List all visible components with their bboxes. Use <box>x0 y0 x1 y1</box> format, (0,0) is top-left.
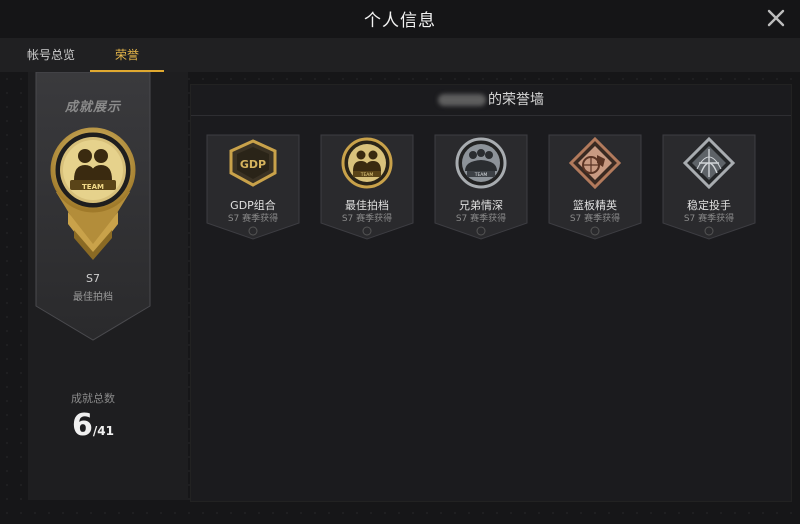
badge-card-best-partner[interactable]: TEAM 最佳拍档 S7 赛季获得 <box>319 133 415 241</box>
showcase-achievement-name: 最佳拍档 <box>73 292 113 303</box>
total-achievements-count: 6/41 <box>28 408 158 443</box>
tab-bar: 帐号总览 荣誉 <box>0 38 800 72</box>
achievement-panel: TEAM 成就展示 S7 最佳拍档 成就总数 6/41 <box>28 72 188 500</box>
team-badge-icon: TEAM <box>341 137 393 189</box>
badge-card-rebound-elite[interactable]: 篮板精英 S7 赛季获得 <box>547 133 643 241</box>
window-title: 个人信息 <box>364 11 436 31</box>
card-frame: TEAM <box>434 134 528 240</box>
tab-account-overview[interactable]: 帐号总览 <box>14 38 88 72</box>
showcase-season: S7 <box>86 272 100 285</box>
badge-card-brotherhood[interactable]: TEAM 兄弟情深 S7 赛季获得 <box>433 133 529 241</box>
tab-honors[interactable]: 荣誉 <box>90 38 164 72</box>
blurred-player-name <box>438 94 486 106</box>
badge-card-steady-shooter[interactable]: 稳定投手 S7 赛季获得 <box>661 133 757 241</box>
card-frame <box>548 134 642 240</box>
badge-card-gdp[interactable]: GDP GDP组合 S7 赛季获得 <box>205 133 301 241</box>
brothers-emblem-text: TEAM <box>474 172 488 178</box>
card-frame <box>662 134 756 240</box>
badge-season: S7 赛季获得 <box>227 214 279 224</box>
close-icon[interactable] <box>764 6 788 30</box>
badge-season: S7 赛季获得 <box>683 214 735 224</box>
panel-title: 成就展示 <box>64 100 121 115</box>
badge-team-text: TEAM <box>82 183 104 191</box>
honor-wall-title: 的荣誉墙 <box>191 89 791 109</box>
badge-season: S7 赛季获得 <box>569 214 621 224</box>
brothers-badge-icon: TEAM <box>455 137 507 189</box>
badge-season: S7 赛季获得 <box>455 214 507 224</box>
total-achievements-label: 成就总数 <box>71 392 115 405</box>
title-bar: 个人信息 <box>0 0 800 39</box>
card-frame: GDP <box>206 134 300 240</box>
achievements-earned: 6 <box>72 408 93 443</box>
achievements-max: /41 <box>92 424 114 438</box>
gdp-emblem-text: GDP <box>240 158 266 171</box>
team-emblem-text: TEAM <box>360 172 374 178</box>
divider <box>191 115 791 116</box>
honor-wall: 的荣誉墙 GDP GDP组合 S7 赛季获得 TEAM 最佳拍档 S7 赛季获得… <box>190 84 792 502</box>
honor-wall-title-text: 的荣誉墙 <box>488 92 544 108</box>
badge-season: S7 赛季获得 <box>341 214 393 224</box>
card-frame: TEAM <box>320 134 414 240</box>
